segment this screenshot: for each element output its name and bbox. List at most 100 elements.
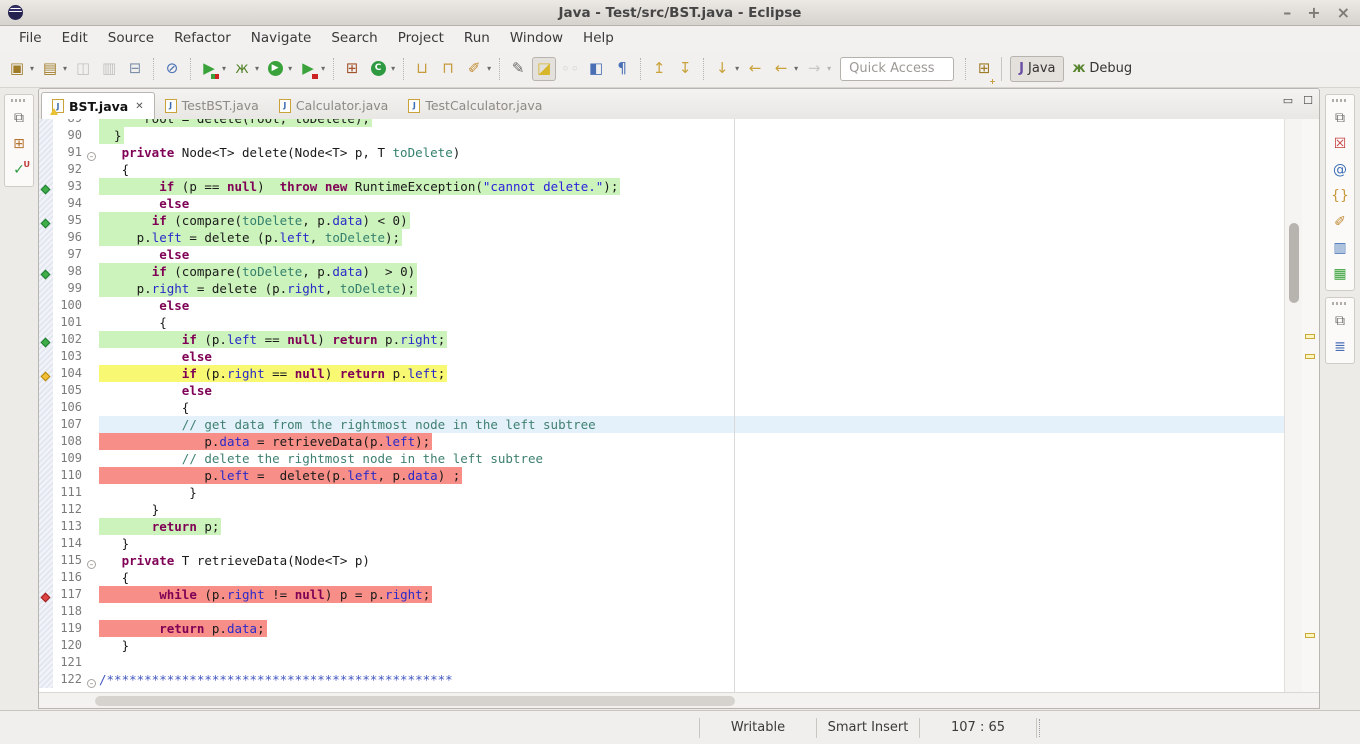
annotation-ruler-cell[interactable]	[39, 654, 53, 671]
annotation-ruler-cell[interactable]	[39, 620, 53, 637]
menu-navigate[interactable]: Navigate	[241, 28, 322, 48]
code-text[interactable]: root = delete(root, toDelete);	[99, 119, 1284, 127]
debug-dropdown[interactable]: ▾	[255, 64, 259, 73]
restore-outline-stack-button[interactable]: ⧉	[1326, 308, 1354, 334]
open-perspective-button[interactable]: ⊞+	[972, 57, 996, 81]
code-text[interactable]: return p;	[99, 518, 1284, 535]
debug-perspective-button[interactable]: жDebug	[1064, 56, 1140, 82]
console-view-button[interactable]: ▥	[1326, 235, 1354, 261]
minimize-editor-button[interactable]: ▭	[1283, 95, 1293, 106]
annotation-ruler-cell[interactable]	[39, 535, 53, 552]
code-text[interactable]: if (compare(toDelete, p.data) < 0)	[99, 212, 1284, 229]
annotation-ruler-cell[interactable]	[39, 569, 53, 586]
new-menu-dropdown[interactable]: ▾	[63, 64, 67, 73]
outline-view-button[interactable]: ≣	[1326, 334, 1354, 360]
coverage-red-marker-icon[interactable]	[41, 593, 51, 603]
code-text[interactable]: p.data = retrieveData(p.left);	[99, 433, 1284, 450]
annotation-ruler-cell[interactable]	[39, 603, 53, 620]
coverage-yellow-marker-icon[interactable]	[41, 372, 51, 382]
code-text[interactable]: p.left = delete (p.left, toDelete);	[99, 229, 1284, 246]
new-java-project-button[interactable]: ⊞	[340, 57, 364, 81]
coverage-green-marker-icon[interactable]	[41, 338, 51, 348]
menu-project[interactable]: Project	[388, 28, 454, 48]
code-text[interactable]: p.right = delete (p.right, toDelete);	[99, 280, 1284, 297]
coverage-button[interactable]: ▶	[197, 57, 221, 81]
code-text[interactable]: else	[99, 348, 1284, 365]
restore-right-stack-button[interactable]: ⧉	[1326, 105, 1354, 131]
go-to-last-edit-dropdown[interactable]: ▾	[735, 64, 739, 73]
annotation-ruler-cell[interactable]	[39, 671, 53, 688]
close-tab-icon[interactable]: ✕	[135, 101, 143, 112]
maximize-window-button[interactable]: +	[1307, 0, 1320, 26]
code-text[interactable]: private Node<T> delete(Node<T> p, T toDe…	[99, 144, 1284, 161]
menu-search[interactable]: Search	[321, 28, 387, 48]
code-text[interactable]: else	[99, 195, 1284, 212]
new-wizard-dropdown[interactable]: ▾	[30, 64, 34, 73]
code-text[interactable]: if (compare(toDelete, p.data) > 0)	[99, 263, 1284, 280]
annotation-ruler-cell[interactable]	[39, 263, 53, 280]
menu-file[interactable]: File	[9, 28, 52, 48]
annotation-ruler-cell[interactable]	[39, 348, 53, 365]
menu-edit[interactable]: Edit	[52, 28, 98, 48]
search-dropdown[interactable]: ▾	[487, 64, 491, 73]
menu-refactor[interactable]: Refactor	[164, 28, 241, 48]
annotation-ruler-cell[interactable]	[39, 382, 53, 399]
annotation-ruler-cell[interactable]	[39, 518, 53, 535]
next-annotation-button[interactable]: ↧	[673, 57, 697, 81]
annotation-ruler-cell[interactable]	[39, 467, 53, 484]
annotation-ruler-cell[interactable]	[39, 161, 53, 178]
javadoc-view-button[interactable]: @	[1326, 157, 1354, 183]
horizontal-scrollbar[interactable]	[39, 692, 1319, 708]
back-to-last-edit-button[interactable]: ←	[743, 57, 767, 81]
code-text[interactable]: }	[99, 501, 1284, 518]
debug-button[interactable]: ж	[230, 57, 254, 81]
minimize-window-button[interactable]: –	[1283, 0, 1291, 26]
new-java-class-button[interactable]: C	[366, 57, 390, 81]
annotation-ruler-cell[interactable]	[39, 450, 53, 467]
tab-calculator-java[interactable]: JCalculator.java	[269, 92, 399, 119]
overview-annotation-mark[interactable]	[1305, 354, 1315, 359]
annotation-ruler-cell[interactable]	[39, 297, 53, 314]
junit-view-button[interactable]: ✓U	[5, 157, 33, 183]
collapse-icon[interactable]: –	[87, 679, 96, 688]
annotation-ruler-cell[interactable]	[39, 127, 53, 144]
annotation-ruler-cell[interactable]	[39, 552, 53, 569]
show-whitespace-button[interactable]: ¶	[610, 57, 634, 81]
annotation-ruler-cell[interactable]	[39, 246, 53, 263]
annotation-ruler-cell[interactable]	[39, 229, 53, 246]
annotation-ruler-cell[interactable]	[39, 365, 53, 382]
restore-left-stack-button[interactable]: ⧉	[5, 105, 33, 131]
package-explorer-view-button[interactable]: ⊞	[5, 131, 33, 157]
search-button[interactable]: ✐	[462, 57, 486, 81]
annotation-ruler-cell[interactable]	[39, 314, 53, 331]
code-text[interactable]: {	[99, 161, 1284, 178]
code-text[interactable]: if (p == null) throw new RuntimeExceptio…	[99, 178, 1284, 195]
code-text[interactable]: p.left = delete(p.left, p.data) ;	[99, 467, 1284, 484]
annotation-ruler-cell[interactable]	[39, 586, 53, 603]
overview-ruler[interactable]	[1302, 119, 1319, 694]
previous-annotation-button[interactable]: ↥	[647, 57, 671, 81]
annotation-ruler-cell[interactable]	[39, 280, 53, 297]
run-dropdown[interactable]: ▾	[288, 64, 292, 73]
problems-view-button[interactable]: ☒	[1326, 131, 1354, 157]
new-wizard-button[interactable]: ▣	[5, 57, 29, 81]
annotation-ruler-cell[interactable]	[39, 212, 53, 229]
code-text[interactable]: /***************************************…	[99, 671, 1284, 688]
code-text[interactable]	[99, 654, 1284, 671]
menu-source[interactable]: Source	[98, 28, 164, 48]
stack-drag-handle[interactable]	[11, 99, 27, 102]
code-text[interactable]: private T retrieveData(Node<T> p)	[99, 552, 1284, 569]
open-type-button[interactable]: ⊔	[410, 57, 434, 81]
code-text[interactable]: if (p.right == null) return p.left;	[99, 365, 1284, 382]
back-history-button[interactable]: ←	[769, 57, 793, 81]
code-text[interactable]: else	[99, 246, 1284, 263]
annotation-ruler-cell[interactable]	[39, 416, 53, 433]
code-text[interactable]: }	[99, 484, 1284, 501]
run-external-tools-dropdown[interactable]: ▾	[321, 64, 325, 73]
code-text[interactable]: else	[99, 297, 1284, 314]
collapse-icon[interactable]: –	[87, 152, 96, 161]
coverage-dropdown[interactable]: ▾	[222, 64, 226, 73]
new-menu-button[interactable]: ▤	[38, 57, 62, 81]
annotation-ruler-cell[interactable]	[39, 195, 53, 212]
run-external-tools-button[interactable]: ▶	[296, 57, 320, 81]
